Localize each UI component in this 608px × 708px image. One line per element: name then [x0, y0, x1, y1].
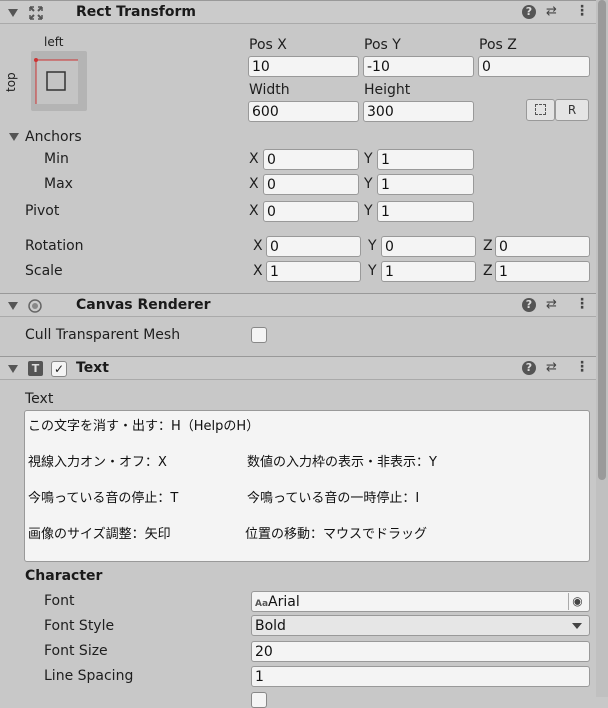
foldout-arrow-icon[interactable]: [8, 365, 18, 373]
scale-z-axis: Z: [483, 263, 493, 279]
line-spacing-label: Line Spacing: [44, 668, 134, 684]
scale-y-axis: Y: [368, 263, 377, 279]
presets-icon[interactable]: ⇄: [546, 297, 557, 312]
object-picker-icon[interactable]: ◉: [568, 593, 586, 610]
anchor-preset-button[interactable]: [31, 51, 87, 111]
scale-label: Scale: [25, 263, 63, 279]
text-line-4-left: 画像のサイズ調整：矢印: [28, 527, 171, 542]
rotation-x-field[interactable]: 0: [266, 236, 361, 257]
font-style-value: Bold: [255, 618, 286, 634]
blueprint-icon: [535, 104, 546, 115]
pivot-label: Pivot: [25, 203, 60, 219]
rotation-x-axis: X: [253, 238, 263, 254]
pos-z-label: Pos Z: [479, 37, 517, 53]
help-icon[interactable]: ?: [522, 298, 536, 312]
scale-z-field[interactable]: 1: [495, 261, 590, 282]
scale-x-axis: X: [253, 263, 263, 279]
help-icon[interactable]: ?: [522, 361, 536, 375]
presets-icon[interactable]: ⇄: [546, 360, 557, 375]
scale-x-field[interactable]: 1: [266, 261, 361, 282]
line-spacing-field[interactable]: 1: [251, 666, 590, 687]
anchor-preset-vertical-label: top: [4, 72, 18, 92]
rect-transform-header[interactable]: Rect Transform ? ⇄ ⋮: [0, 0, 596, 24]
pos-y-label: Pos Y: [364, 37, 401, 53]
pos-z-field[interactable]: 0: [478, 56, 590, 77]
presets-icon[interactable]: ⇄: [546, 4, 557, 19]
anchor-min-x-field[interactable]: 0: [263, 149, 359, 170]
width-field[interactable]: 600: [248, 101, 359, 122]
font-label: Font: [44, 593, 75, 609]
raw-edit-button[interactable]: R: [555, 99, 589, 121]
rotation-y-axis: Y: [368, 238, 377, 254]
rotation-z-axis: Z: [483, 238, 493, 254]
canvas-renderer-icon: [27, 298, 42, 313]
anchor-min-x-axis: X: [249, 151, 259, 167]
font-style-label: Font Style: [44, 618, 115, 634]
anchor-preset-horizontal-label: left: [44, 35, 64, 49]
text-component-title: Text: [76, 360, 109, 376]
anchor-min-y-field[interactable]: 1: [377, 149, 474, 170]
anchor-min-y-axis: Y: [364, 151, 373, 167]
rotation-y-field[interactable]: 0: [381, 236, 476, 257]
text-line-2-left: 視線入力オン・オフ：X: [28, 455, 167, 470]
font-style-dropdown[interactable]: Bold: [251, 615, 590, 636]
rotation-label: Rotation: [25, 238, 84, 254]
text-line-1-left: この文字を消す・出す：H（HelpのH）: [28, 419, 260, 434]
pos-y-field[interactable]: -10: [363, 56, 474, 77]
text-line-4-right: 位置の移動：マウスでドラッグ: [245, 527, 428, 542]
cull-transparent-mesh-checkbox[interactable]: [251, 327, 267, 343]
pivot-y-field[interactable]: 1: [377, 201, 474, 222]
height-label: Height: [364, 82, 411, 98]
pos-x-label: Pos X: [249, 37, 287, 53]
chevron-down-icon: [572, 623, 582, 629]
scale-y-field[interactable]: 1: [381, 261, 476, 282]
canvas-renderer-header[interactable]: Canvas Renderer ? ⇄ ⋮: [0, 293, 596, 317]
font-size-field[interactable]: 20: [251, 641, 590, 662]
text-enabled-checkbox[interactable]: ✓: [51, 361, 67, 377]
pos-x-field[interactable]: 10: [248, 56, 359, 77]
font-value: Arial: [268, 594, 300, 610]
anchor-min-label: Min: [44, 151, 69, 167]
pivot-x-field[interactable]: 0: [263, 201, 359, 222]
character-section-title: Character: [25, 568, 103, 584]
cull-transparent-mesh-label: Cull Transparent Mesh: [25, 327, 181, 343]
anchor-max-x-axis: X: [249, 176, 259, 192]
anchor-max-y-field[interactable]: 1: [377, 174, 474, 195]
text-line-3-left: 今鳴っている音の停止：T: [28, 491, 179, 506]
text-line-3-right: 今鳴っている音の一時停止：I: [247, 491, 420, 506]
text-line-2-right: 数値の入力枠の表示・非表示：Y: [247, 455, 437, 470]
height-field[interactable]: 300: [363, 101, 474, 122]
rect-transform-title: Rect Transform: [76, 4, 197, 20]
text-field-label: Text: [25, 391, 54, 407]
anchor-max-label: Max: [44, 176, 73, 192]
kebab-menu-icon[interactable]: ⋮: [575, 3, 589, 19]
kebab-menu-icon[interactable]: ⋮: [575, 296, 589, 312]
font-field[interactable]: AaArial: [251, 591, 590, 612]
anchors-label: Anchors: [25, 129, 82, 145]
pivot-y-axis: Y: [364, 203, 373, 219]
pivot-x-axis: X: [249, 203, 259, 219]
canvas-renderer-title: Canvas Renderer: [76, 297, 211, 313]
font-size-label: Font Size: [44, 643, 108, 659]
text-component-header[interactable]: T ✓ Text ? ⇄ ⋮: [0, 356, 596, 380]
rich-text-checkbox[interactable]: [251, 692, 267, 708]
text-component-icon: T: [28, 361, 43, 376]
width-label: Width: [249, 82, 290, 98]
foldout-arrow-icon[interactable]: [8, 302, 18, 310]
foldout-arrow-icon[interactable]: [8, 9, 18, 17]
font-asset-icon: Aa: [255, 599, 269, 609]
anchors-foldout-icon[interactable]: [9, 133, 19, 141]
blueprint-mode-button[interactable]: [526, 99, 555, 121]
rect-transform-icon: [28, 5, 43, 20]
scrollbar-thumb[interactable]: [598, 0, 606, 480]
help-icon[interactable]: ?: [522, 5, 536, 19]
anchor-max-y-axis: Y: [364, 176, 373, 192]
kebab-menu-icon[interactable]: ⋮: [575, 359, 589, 375]
rotation-z-field[interactable]: 0: [495, 236, 590, 257]
anchor-max-x-field[interactable]: 0: [263, 174, 359, 195]
text-content-area[interactable]: この文字を消す・出す：H（HelpのH） 視線入力オン・オフ：X 数値の入力枠の…: [24, 410, 590, 562]
